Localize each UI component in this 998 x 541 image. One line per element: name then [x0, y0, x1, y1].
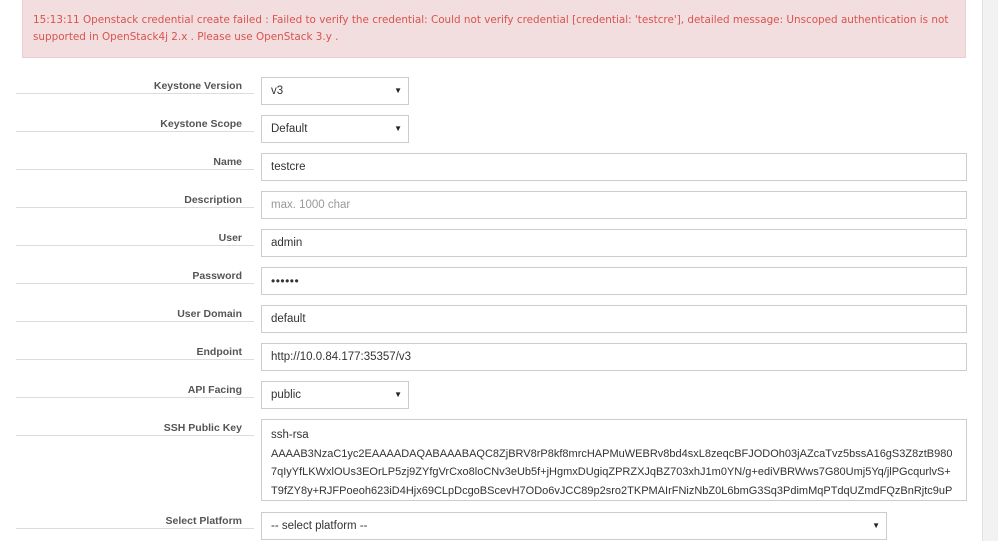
user-label: User [16, 228, 254, 246]
caret-down-icon: ▼ [872, 521, 880, 530]
caret-down-icon: ▼ [394, 86, 402, 95]
user-value: admin [271, 237, 303, 249]
user-domain-label: User Domain [16, 304, 254, 322]
ssh-public-key-textarea[interactable]: ssh-rsa AAAAB3NzaC1yc2EAAAADAQABAAABAQC8… [261, 419, 967, 501]
keystone-scope-row: Keystone Scope [16, 114, 966, 132]
ssh-public-key-label: SSH Public Key [16, 418, 254, 436]
keystone-scope-select[interactable]: Default ▼ [261, 115, 409, 143]
keystone-version-label: Keystone Version [16, 76, 254, 94]
api-facing-label: API Facing [16, 380, 254, 398]
select-platform-value: -- select platform -- [271, 520, 368, 532]
error-alert: 15:13:11 Openstack credential create fai… [22, 0, 966, 58]
keystone-scope-value: Default [271, 123, 308, 135]
scrollbar-track[interactable] [982, 0, 998, 541]
password-input[interactable]: •••••• [261, 267, 967, 295]
description-input[interactable]: max. 1000 char [261, 191, 967, 219]
keystone-version-select[interactable]: v3 ▼ [261, 77, 409, 105]
name-label: Name [16, 152, 254, 170]
ssh-key-type: ssh-rsa [271, 429, 309, 441]
caret-down-icon: ▼ [394, 390, 402, 399]
keystone-version-row: Keystone Version [16, 76, 966, 94]
name-input[interactable]: testcre [261, 153, 967, 181]
user-domain-input[interactable]: default [261, 305, 967, 333]
password-label: Password [16, 266, 254, 284]
description-placeholder: max. 1000 char [271, 199, 351, 211]
ssh-key-body: AAAAB3NzaC1yc2EAAAADAQABAAABAQC8ZjBRV8rP… [271, 447, 953, 497]
description-label: Description [16, 190, 254, 208]
error-alert-message: 15:13:11 Openstack credential create fai… [33, 14, 949, 43]
select-platform-select[interactable]: -- select platform -- ▼ [261, 512, 887, 540]
api-facing-select[interactable]: public ▼ [261, 381, 409, 409]
name-value: testcre [271, 161, 306, 173]
api-facing-row: API Facing [16, 380, 966, 398]
keystone-version-value: v3 [271, 85, 284, 97]
api-facing-value: public [271, 389, 302, 401]
keystone-scope-label: Keystone Scope [16, 114, 254, 132]
endpoint-value: http://10.0.84.177:35357/v3 [271, 351, 412, 363]
user-input[interactable]: admin [261, 229, 967, 257]
password-value: •••••• [271, 274, 300, 288]
caret-down-icon: ▼ [394, 124, 402, 133]
user-domain-value: default [271, 313, 306, 325]
endpoint-input[interactable]: http://10.0.84.177:35357/v3 [261, 343, 967, 371]
endpoint-label: Endpoint [16, 342, 254, 360]
credential-form-page: 15:13:11 Openstack credential create fai… [0, 0, 998, 541]
select-platform-label: Select Platform [16, 511, 254, 529]
